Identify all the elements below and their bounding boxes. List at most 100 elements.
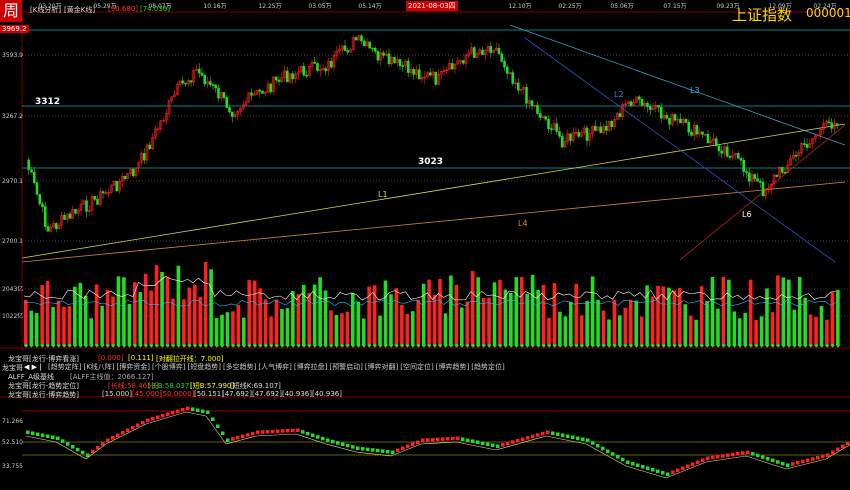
- indicator-tab-2[interactable]: [博弈资金]: [117, 363, 150, 371]
- candle: [511, 72, 515, 84]
- indicator-tab-8[interactable]: [预警启动]: [329, 363, 362, 371]
- osc-dot: [646, 466, 650, 470]
- volume-bar: [154, 265, 159, 345]
- indicator-tab-9[interactable]: [博弈对翻]: [365, 363, 398, 371]
- volume-bar: [476, 277, 480, 345]
- period-weekly-icon[interactable]: 周: [0, 0, 22, 22]
- volume-bar: [754, 319, 758, 345]
- candle: [285, 70, 289, 83]
- osc-tick-2: 33.755: [2, 463, 23, 470]
- osc-dot: [256, 430, 260, 434]
- indicator-tab-1[interactable]: [K线八阵]: [83, 363, 114, 371]
- volume-bar: [705, 301, 709, 345]
- candle: [830, 122, 834, 129]
- osc-dot: [121, 431, 125, 435]
- volume-bar: [394, 288, 399, 345]
- candle: [657, 105, 660, 108]
- osc-dot: [161, 414, 165, 418]
- candle: [387, 53, 391, 65]
- row5-v1: [15.000]: [102, 390, 132, 398]
- candle: [35, 182, 39, 195]
- candle: [725, 146, 729, 157]
- candle: [701, 131, 704, 135]
- candle: [783, 172, 787, 174]
- volume-bar: [716, 308, 720, 345]
- candle: [148, 144, 152, 150]
- indicator-tab-5[interactable]: [多空趋势]: [223, 363, 256, 371]
- volume-bar: [307, 293, 311, 345]
- osc-dot: [821, 454, 825, 459]
- volume-bar: [797, 276, 802, 345]
- prev-arrow-icon[interactable]: ◀ ▶ |: [24, 363, 42, 371]
- candle: [428, 72, 432, 76]
- volume-bar: [547, 317, 551, 345]
- osc-dot: [661, 471, 665, 475]
- candle: [203, 74, 207, 85]
- volume-bar: [258, 288, 262, 345]
- candle: [123, 175, 127, 179]
- osc-dot: [641, 465, 645, 469]
- volume-bar: [432, 294, 437, 345]
- candle: [217, 87, 220, 99]
- osc-dot: [166, 412, 170, 416]
- indicator-tab-12[interactable]: [趋势定位]: [471, 363, 504, 371]
- osc-dot: [326, 438, 330, 442]
- volume-bar: [329, 310, 333, 345]
- osc-dot: [596, 444, 600, 448]
- candle: [503, 61, 506, 68]
- indicator-tab-7[interactable]: [博弈拉盘]: [294, 363, 327, 371]
- candle: [406, 60, 410, 73]
- osc-dot: [191, 407, 195, 411]
- row5-v2: [45.000]: [132, 390, 162, 398]
- osc-dot: [466, 438, 470, 442]
- volume-bar: [356, 301, 361, 345]
- osc-dot: [211, 417, 215, 421]
- row1-v2: [0.111]: [128, 354, 154, 362]
- indicator-tab-0[interactable]: [趋势定阵]: [48, 363, 81, 371]
- osc-dot: [616, 455, 620, 459]
- osc-dot: [301, 430, 305, 434]
- volume-bar: [607, 319, 611, 345]
- osc-dot: [41, 433, 45, 437]
- indicator-tab-4[interactable]: [短盘趋势]: [187, 363, 220, 371]
- candle: [742, 159, 746, 172]
- candle: [500, 53, 504, 62]
- label-l3: L3: [690, 86, 700, 95]
- volume-bar: [274, 299, 279, 345]
- volume-bar: [29, 310, 34, 345]
- candle: [536, 104, 539, 114]
- osc-dot: [286, 429, 290, 433]
- volume-tick-0: 2043亿: [2, 285, 23, 293]
- candle: [629, 101, 633, 106]
- candle: [585, 127, 589, 141]
- chart-canvas[interactable]: 03.20万 05.29万 08.07万 10.16万 12.25万 03.05万 05.1…: [0, 0, 850, 490]
- osc-dot: [296, 428, 300, 432]
- volume-bar: [269, 316, 273, 345]
- osc-dot: [576, 436, 580, 440]
- line-label[interactable]: [黄金K线]: [64, 5, 95, 15]
- indicator-label[interactable]: [K线分析]: [30, 5, 61, 15]
- candle: [747, 172, 751, 182]
- value-green: [74.036]: [140, 5, 170, 13]
- candle: [560, 135, 564, 148]
- highlight-date: 2021-08-03四: [406, 1, 458, 11]
- volume-bar: [67, 306, 72, 345]
- indicator-tab-11[interactable]: [博弈趋势]: [436, 363, 469, 371]
- candle: [412, 69, 416, 75]
- candle: [32, 171, 36, 183]
- volume-bar: [252, 280, 257, 345]
- volume-bar: [781, 277, 786, 345]
- osc-dot: [571, 435, 575, 439]
- trend-l2: [524, 37, 836, 263]
- indicator-tab-6[interactable]: [人气博弈]: [258, 363, 291, 371]
- volume-bar: [340, 313, 344, 345]
- trend-l3: [509, 24, 846, 146]
- indicator-tab-3[interactable]: [个股博弈]: [152, 363, 185, 371]
- osc-dot: [681, 466, 685, 470]
- volume-bar: [143, 273, 148, 345]
- volume-bar: [361, 318, 366, 345]
- indicator-tab-10[interactable]: [空间定位]: [400, 363, 433, 371]
- row5-label[interactable]: 龙宝哥[龙行-博弈趋势]: [8, 390, 79, 400]
- volume-bar: [683, 304, 688, 345]
- volume-bar: [552, 283, 557, 345]
